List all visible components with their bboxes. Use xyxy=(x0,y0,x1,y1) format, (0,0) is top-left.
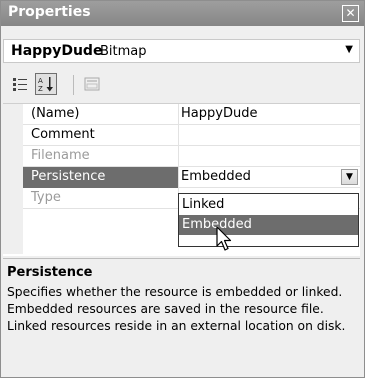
chevron-down-icon: ▼ xyxy=(346,172,353,182)
toolbar-separator xyxy=(73,75,74,95)
window-title: Properties xyxy=(8,4,91,20)
property-name: (Name) xyxy=(31,106,80,121)
property-name: Type xyxy=(31,190,61,205)
properties-window: Properties ✕ HappyDude Bitmap ▼ A Z (Nam… xyxy=(0,0,365,378)
categorized-button[interactable] xyxy=(9,73,31,95)
object-name: HappyDude xyxy=(11,43,103,59)
toolbar: A Z xyxy=(3,69,362,103)
property-name: Filename xyxy=(31,148,90,163)
title-bar: Properties ✕ xyxy=(1,1,364,26)
svg-text:A: A xyxy=(38,77,43,85)
mouse-pointer-icon xyxy=(216,226,232,251)
grid-margin xyxy=(3,104,23,254)
property-value[interactable]: Embedded xyxy=(181,169,356,184)
help-panel: Persistence Specifies whether the resour… xyxy=(3,258,360,374)
dropdown-option-embedded[interactable]: Embedded xyxy=(179,215,358,235)
property-pages-button[interactable] xyxy=(81,73,103,95)
svg-text:Z: Z xyxy=(38,85,43,93)
property-pages-icon xyxy=(84,77,100,91)
chevron-down-icon[interactable]: ▼ xyxy=(345,44,353,55)
property-row-persistence[interactable]: Persistence Embedded ▼ xyxy=(23,167,360,188)
property-name: Comment xyxy=(31,127,95,142)
persistence-dropdown-list: Linked Embedded xyxy=(178,193,359,247)
help-description: Specifies whether the resource is embedd… xyxy=(7,285,346,333)
help-title: Persistence xyxy=(7,265,93,280)
dropdown-button[interactable]: ▼ xyxy=(341,169,358,185)
categorized-icon xyxy=(13,78,27,91)
property-name: Persistence xyxy=(31,169,106,184)
property-value[interactable]: HappyDude xyxy=(181,106,356,121)
property-row-name[interactable]: (Name) HappyDude xyxy=(23,104,360,125)
property-row-filename[interactable]: Filename xyxy=(23,146,360,167)
close-button[interactable]: ✕ xyxy=(342,5,359,22)
object-type: Bitmap xyxy=(100,44,147,59)
alphabetical-button[interactable]: A Z xyxy=(35,73,57,95)
dropdown-option-linked[interactable]: Linked xyxy=(179,195,358,215)
property-row-comment[interactable]: Comment xyxy=(23,125,360,146)
alphabetical-icon: A Z xyxy=(38,77,53,93)
object-selector[interactable]: HappyDude Bitmap ▼ xyxy=(3,39,360,63)
